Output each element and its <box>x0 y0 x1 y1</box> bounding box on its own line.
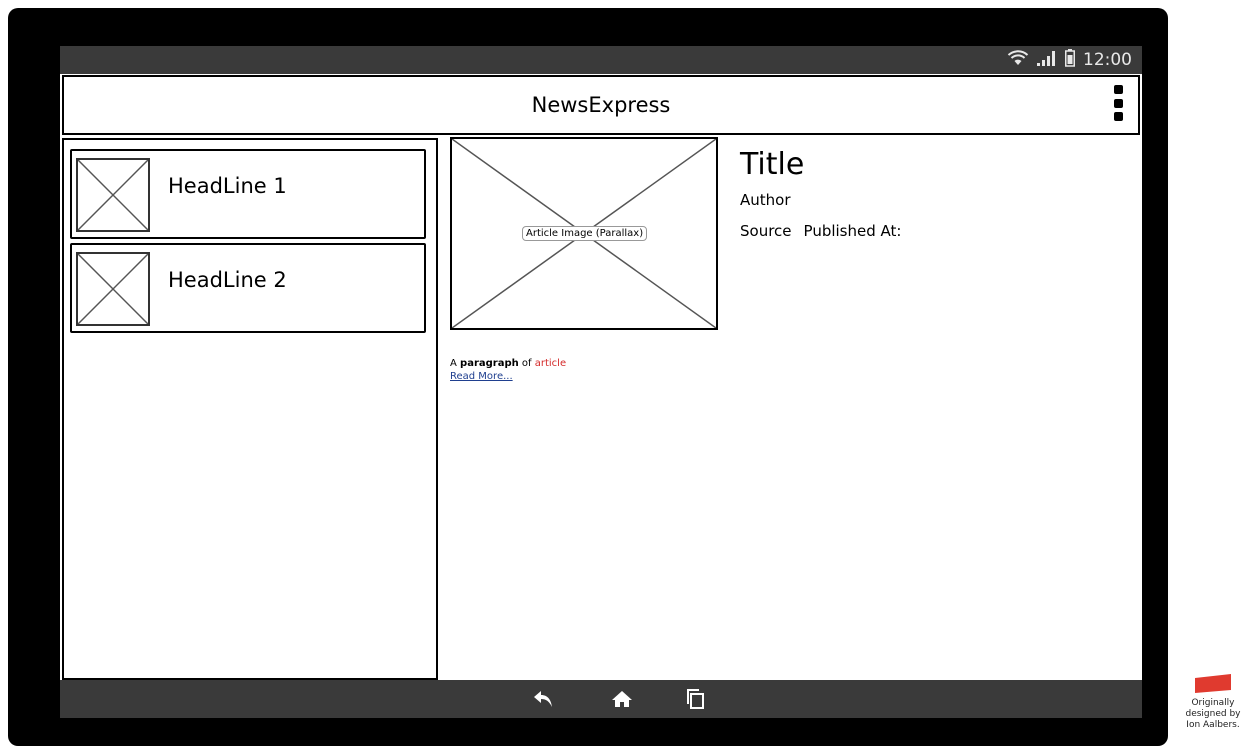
paragraph-bold-text: paragraph <box>460 358 519 369</box>
paragraph-text: A <box>450 358 461 369</box>
article-published-at: Published At: <box>803 222 902 240</box>
headline-card-1[interactable]: HeadLine 1 <box>70 149 426 239</box>
article-paragraph: A paragraph of article <box>450 358 566 369</box>
image-placeholder-icon <box>76 252 150 326</box>
signal-icon <box>1037 50 1057 70</box>
credit-line: designed by <box>1185 709 1241 719</box>
recent-apps-icon[interactable] <box>684 687 708 711</box>
article-image-label: Article Image (Parallax) <box>522 226 648 241</box>
headline-label: HeadLine 2 <box>168 268 287 292</box>
image-placeholder-icon <box>76 158 150 232</box>
app-title: NewsExpress <box>531 93 671 117</box>
credit-logo <box>1195 674 1231 693</box>
tablet-device-frame: 12:00 NewsExpress HeadLine 1 HeadLine 2 … <box>8 8 1168 746</box>
paragraph-text: of <box>518 358 535 369</box>
paragraph-highlight-text: article <box>534 358 567 369</box>
article-author: Author <box>740 191 791 209</box>
article-image: Article Image (Parallax) <box>450 137 718 330</box>
article-source: Source <box>740 222 792 240</box>
headline-list: HeadLine 1 HeadLine 2 <box>62 138 438 680</box>
navigation-bar <box>60 680 1142 718</box>
back-icon[interactable] <box>532 687 556 711</box>
headline-label: HeadLine 1 <box>168 174 287 198</box>
menu-dot <box>1113 112 1123 121</box>
status-bar: 12:00 <box>60 46 1142 74</box>
status-icons: 12:00 <box>1007 48 1132 72</box>
menu-dot <box>1113 98 1123 108</box>
credit-line: Ion Aalbers. <box>1186 720 1240 730</box>
headline-card-2[interactable]: HeadLine 2 <box>70 243 426 333</box>
article-title: Title <box>740 147 805 182</box>
credit-line: Originally <box>1191 698 1235 708</box>
wifi-icon <box>1007 50 1029 70</box>
menu-dot <box>1113 85 1123 94</box>
app-bar: NewsExpress <box>62 75 1140 135</box>
designer-credit: Originally designed by Ion Aalbers. <box>1180 672 1245 731</box>
battery-icon <box>1065 49 1075 71</box>
read-more-link[interactable]: Read More... <box>450 371 513 382</box>
overflow-menu-icon[interactable] <box>1112 85 1124 121</box>
status-time: 12:00 <box>1083 50 1132 70</box>
home-icon[interactable] <box>610 687 634 711</box>
article-meta: Source Published At: <box>740 222 901 240</box>
tablet-screen: 12:00 NewsExpress HeadLine 1 HeadLine 2 … <box>60 46 1142 718</box>
